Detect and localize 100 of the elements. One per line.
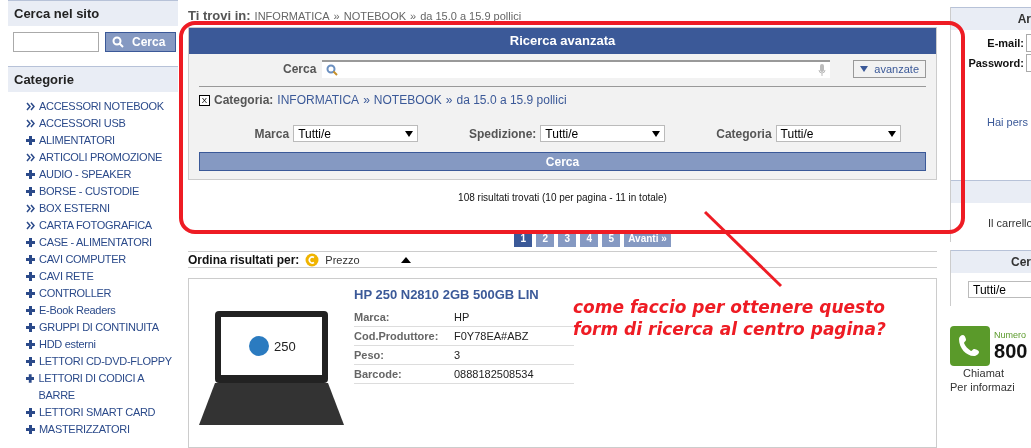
dropdown-arrow-icon [860,66,869,73]
phone-number: 800 [994,339,1028,363]
plus-icon [26,323,35,332]
category-filter-label: Categoria: [214,93,274,108]
category-link[interactable]: E-Book Readers [26,302,174,319]
plus-icon [26,306,35,315]
sort-ascending-icon[interactable] [401,256,412,263]
spec-value: F0Y78EA#ABZ [454,330,529,343]
filter-select[interactable]: Tutti/e [775,125,901,143]
site-search-field[interactable] [13,32,99,52]
spec-value: 3 [454,349,461,362]
filter-select[interactable]: Tutti/e [968,281,1031,298]
microphone-icon [818,64,827,77]
dropdown-arrow-icon [652,130,661,137]
breadcrumb-separator: » [333,10,340,22]
filter-label: Marca [254,126,290,141]
category-link[interactable]: CAVI RETE [26,268,174,285]
spec-value: HP [454,311,470,324]
double-chevron-icon [26,204,35,213]
breadcrumb-separator: » [410,10,417,22]
double-chevron-icon [26,221,35,230]
filter-label: Spedizione: [469,126,537,141]
filter-select[interactable]: Tutti/e [540,125,666,143]
search-label: Cerca [283,62,317,77]
category-link[interactable]: HDD esterni [26,336,174,353]
login-field-label: E-mail: [987,37,1024,49]
category-link[interactable]: ACCESSORI NOTEBOOK [26,98,174,115]
category-link[interactable]: ALIMENTATORI [26,132,174,149]
category-link[interactable]: CASE - ALIMENTATORI [26,234,174,251]
plus-icon [26,187,35,196]
category-link[interactable]: ACCESSORI USB [26,115,174,132]
double-chevron-icon [26,102,35,111]
phone-icon [950,326,990,366]
plus-icon [26,255,35,264]
plus-icon [26,238,35,247]
category-link[interactable]: GRUPPI DI CONTINUITA [26,319,174,336]
breadcrumb-link[interactable]: NOTEBOOK [343,10,407,22]
path-separator: » [363,93,370,108]
sidebar-heading: Cerca nel sito [8,0,178,26]
category-link[interactable]: CARTA FOTOGRAFICA [26,217,174,234]
category-link[interactable]: BOX ESTERNI [26,200,174,217]
dropdown-arrow-icon [887,130,896,137]
double-chevron-icon [26,119,35,128]
category-link[interactable]: AUDIO - SPEAKER [26,166,174,183]
plus-icon [26,272,35,281]
results-summary: 108 risultati trovati (10 per pagina - 11 in totale) [457,192,668,204]
category-link[interactable]: LETTORI SMART CARD [26,404,174,421]
sort-option[interactable]: Prezzo [325,253,396,266]
phone-label: Numero [994,329,1028,340]
plus-icon [26,340,35,349]
panel-title: Ricerca avanzata [189,28,936,55]
path-separator: » [445,93,453,108]
coin-icon [305,252,320,267]
search-field[interactable] [322,60,831,79]
category-link[interactable]: ARTICOLI PROMOZIONE [26,149,174,166]
forgot-password-link[interactable]: Hai pers [951,116,1031,128]
search-icon [326,64,339,77]
category-path-link[interactable]: INFORMATICA [277,93,360,108]
laptop-drawing: 250 [199,311,344,432]
category-link[interactable]: CAVI COMPUTER [26,251,174,268]
box-heading: Cer [951,250,1031,273]
category-link[interactable]: LETTORI DI CODICI A BARRE [26,370,174,404]
plus-icon [26,289,35,298]
category-link[interactable]: CONTROLLER [26,285,174,302]
box-heading: Ar [951,7,1031,30]
product-title-link[interactable]: HP 250 N2810 2GB 500GB LIN [354,287,574,303]
sort-label: Ordina risultati per: [188,252,300,267]
login-field[interactable] [1026,34,1031,52]
login-field[interactable] [1026,54,1031,72]
spec-name: Marca: [354,311,391,324]
plus-icon [26,408,35,417]
login-field-label: Password: [968,57,1024,69]
plus-icon [26,170,35,179]
spec-name: Peso: [354,349,385,362]
sidebar-heading: Categorie [8,66,178,92]
remove-filter-button[interactable]: X [199,94,210,106]
advanced-toggle-button[interactable]: avanzate [853,60,926,79]
category-link[interactable]: LETTORI CD-DVD-FLOPPY [26,353,174,370]
spec-name: Cod.Produttore: [354,330,440,343]
double-chevron-icon [26,153,35,162]
filter-select[interactable]: Tutti/e [293,125,419,143]
annotation-text: come faccio per ottenere questo form di ricerca al centro pagina? [573,296,887,340]
plus-icon [26,136,35,145]
category-link[interactable]: BORSE - CUSTODIE [26,183,174,200]
category-path-link[interactable]: da 15.0 a 15.9 pollici [456,93,567,108]
breadcrumb-label: Ti trovi in: [188,8,251,23]
category-link[interactable]: MASTERIZZATORI [26,421,174,438]
category-path-link[interactable]: NOTEBOOK [373,93,442,108]
breadcrumb-link[interactable]: INFORMATICA [254,10,330,22]
breadcrumb-link[interactable]: da 15.0 a 15.9 pollici [420,10,522,22]
plus-icon [26,425,35,434]
phone-note: Chiamat [962,366,1005,380]
dropdown-arrow-icon [405,130,414,137]
plus-icon [26,357,35,366]
plus-icon [26,374,35,383]
search-icon [112,36,124,48]
spec-name: Barcode: [354,368,403,381]
filter-label: Categoria [716,126,772,141]
spec-value: 0888182508534 [454,368,534,381]
phone-note: Per informazi [950,380,1016,394]
